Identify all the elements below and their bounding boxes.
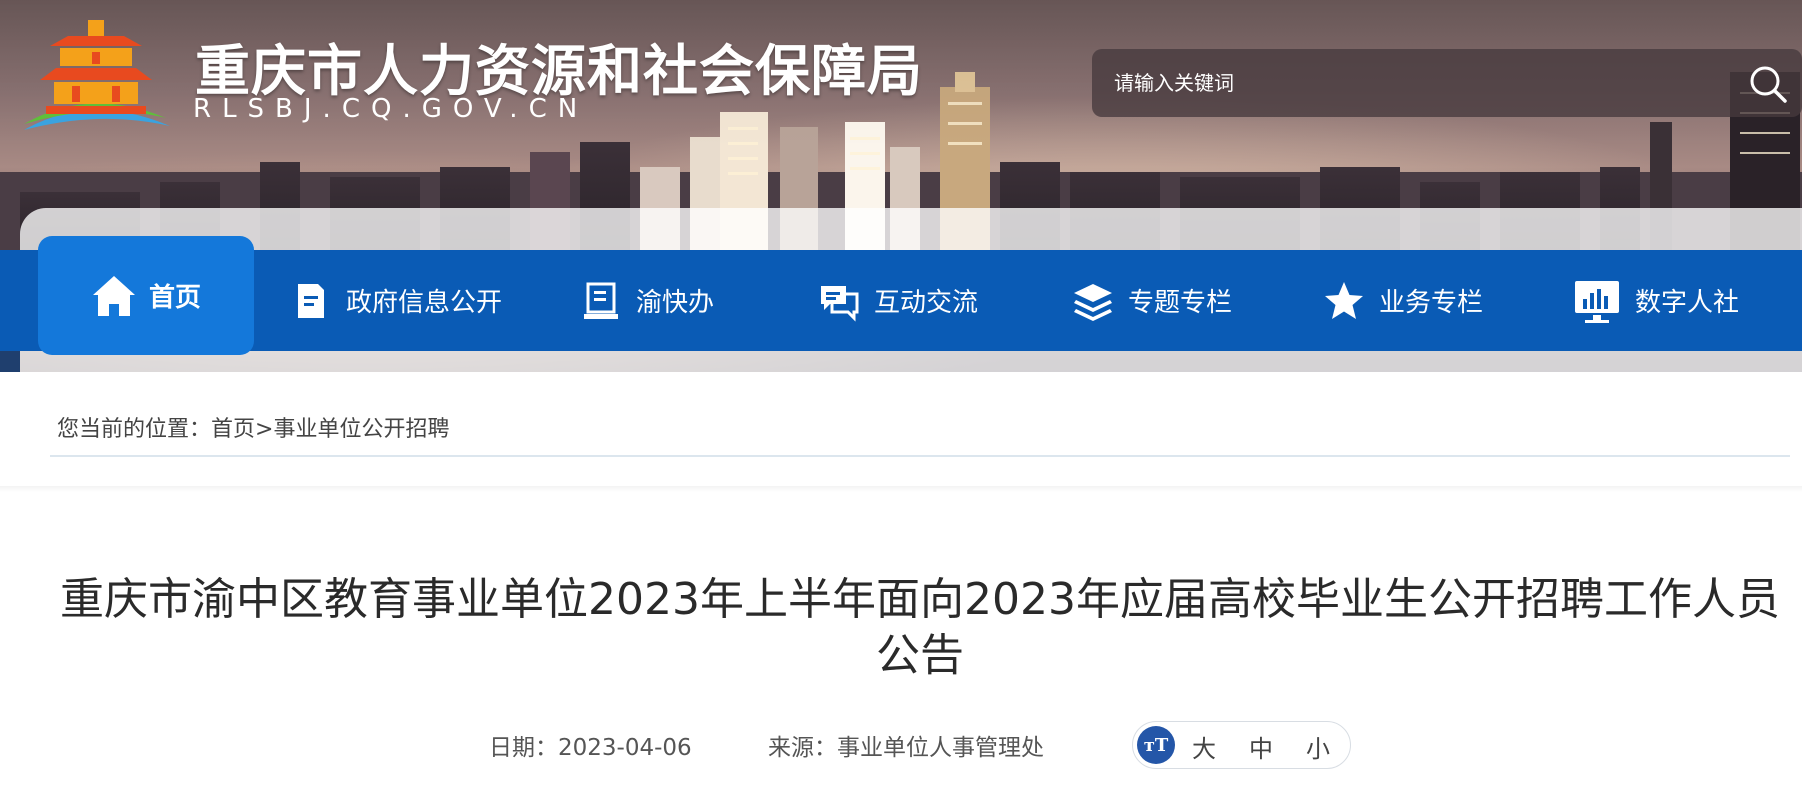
nav-item-label: 政府信息公开 (346, 288, 503, 318)
breadcrumb-home-link[interactable]: 首页 (211, 417, 255, 442)
date-label: 日期： (489, 735, 558, 761)
date-value: 2023-04-06 (558, 735, 692, 761)
nav-item-label: 渝快办 (636, 288, 715, 318)
main-nav: 政府信息公开 渝快办 互动交流 专题专栏 业务专栏 数字人社 (0, 250, 1802, 351)
nav-item-special-topics[interactable]: 专题专栏 (1072, 250, 1232, 351)
breadcrumb-prefix: 您当前的位置： (57, 417, 212, 442)
nav-item-label: 业务专栏 (1379, 288, 1484, 318)
font-size-medium[interactable]: 中 (1249, 729, 1273, 764)
clipboard-icon (584, 282, 618, 319)
breadcrumb-divider (50, 455, 1790, 457)
site-domain: RLSBJ.CQ.GOV.CN (193, 94, 589, 124)
nav-item-label: 数字人社 (1635, 288, 1740, 318)
article-date: 日期：2023-04-06 (489, 728, 692, 762)
nav-item-gov-info[interactable]: 政府信息公开 (290, 250, 502, 351)
article-title: 重庆市渝中区教育事业单位2023年上半年面向2023年应届高校毕业生公开招聘工作… (60, 574, 1780, 681)
monitor-chart-icon (1575, 280, 1619, 323)
font-size-small[interactable]: 小 (1306, 729, 1330, 764)
chat-icon (821, 285, 859, 322)
nav-item-yukuaiban[interactable]: 渝快办 (580, 250, 714, 351)
nav-item-interaction[interactable]: 互动交流 (818, 250, 978, 351)
search-box (1092, 49, 1802, 117)
search-input[interactable] (1114, 49, 1714, 117)
font-size-icon: тT (1137, 726, 1175, 764)
bureau-logo-icon (24, 20, 170, 130)
source-label: 来源： (768, 735, 837, 761)
nav-item-home[interactable]: 首页 (38, 236, 254, 355)
breadcrumb-separator: > (255, 417, 274, 442)
nav-item-digital-hr[interactable]: 数字人社 (1573, 250, 1739, 351)
nav-item-label: 专题专栏 (1128, 288, 1233, 318)
breadcrumb: 您当前的位置：首页>事业单位公开招聘 (57, 411, 449, 443)
document-icon (298, 283, 324, 318)
home-icon (92, 275, 135, 316)
star-icon (1325, 281, 1363, 319)
nav-item-business[interactable]: 业务专栏 (1323, 250, 1483, 351)
nav-item-label: 互动交流 (874, 288, 979, 318)
search-icon[interactable] (1748, 64, 1788, 104)
font-size-large[interactable]: 大 (1192, 729, 1216, 764)
article-source: 来源：事业单位人事管理处 (768, 728, 1044, 762)
layers-icon (1074, 283, 1112, 321)
source-value: 事业单位人事管理处 (837, 735, 1044, 761)
breadcrumb-current-link[interactable]: 事业单位公开招聘 (273, 417, 449, 442)
nav-item-label: 首页 (148, 283, 201, 313)
